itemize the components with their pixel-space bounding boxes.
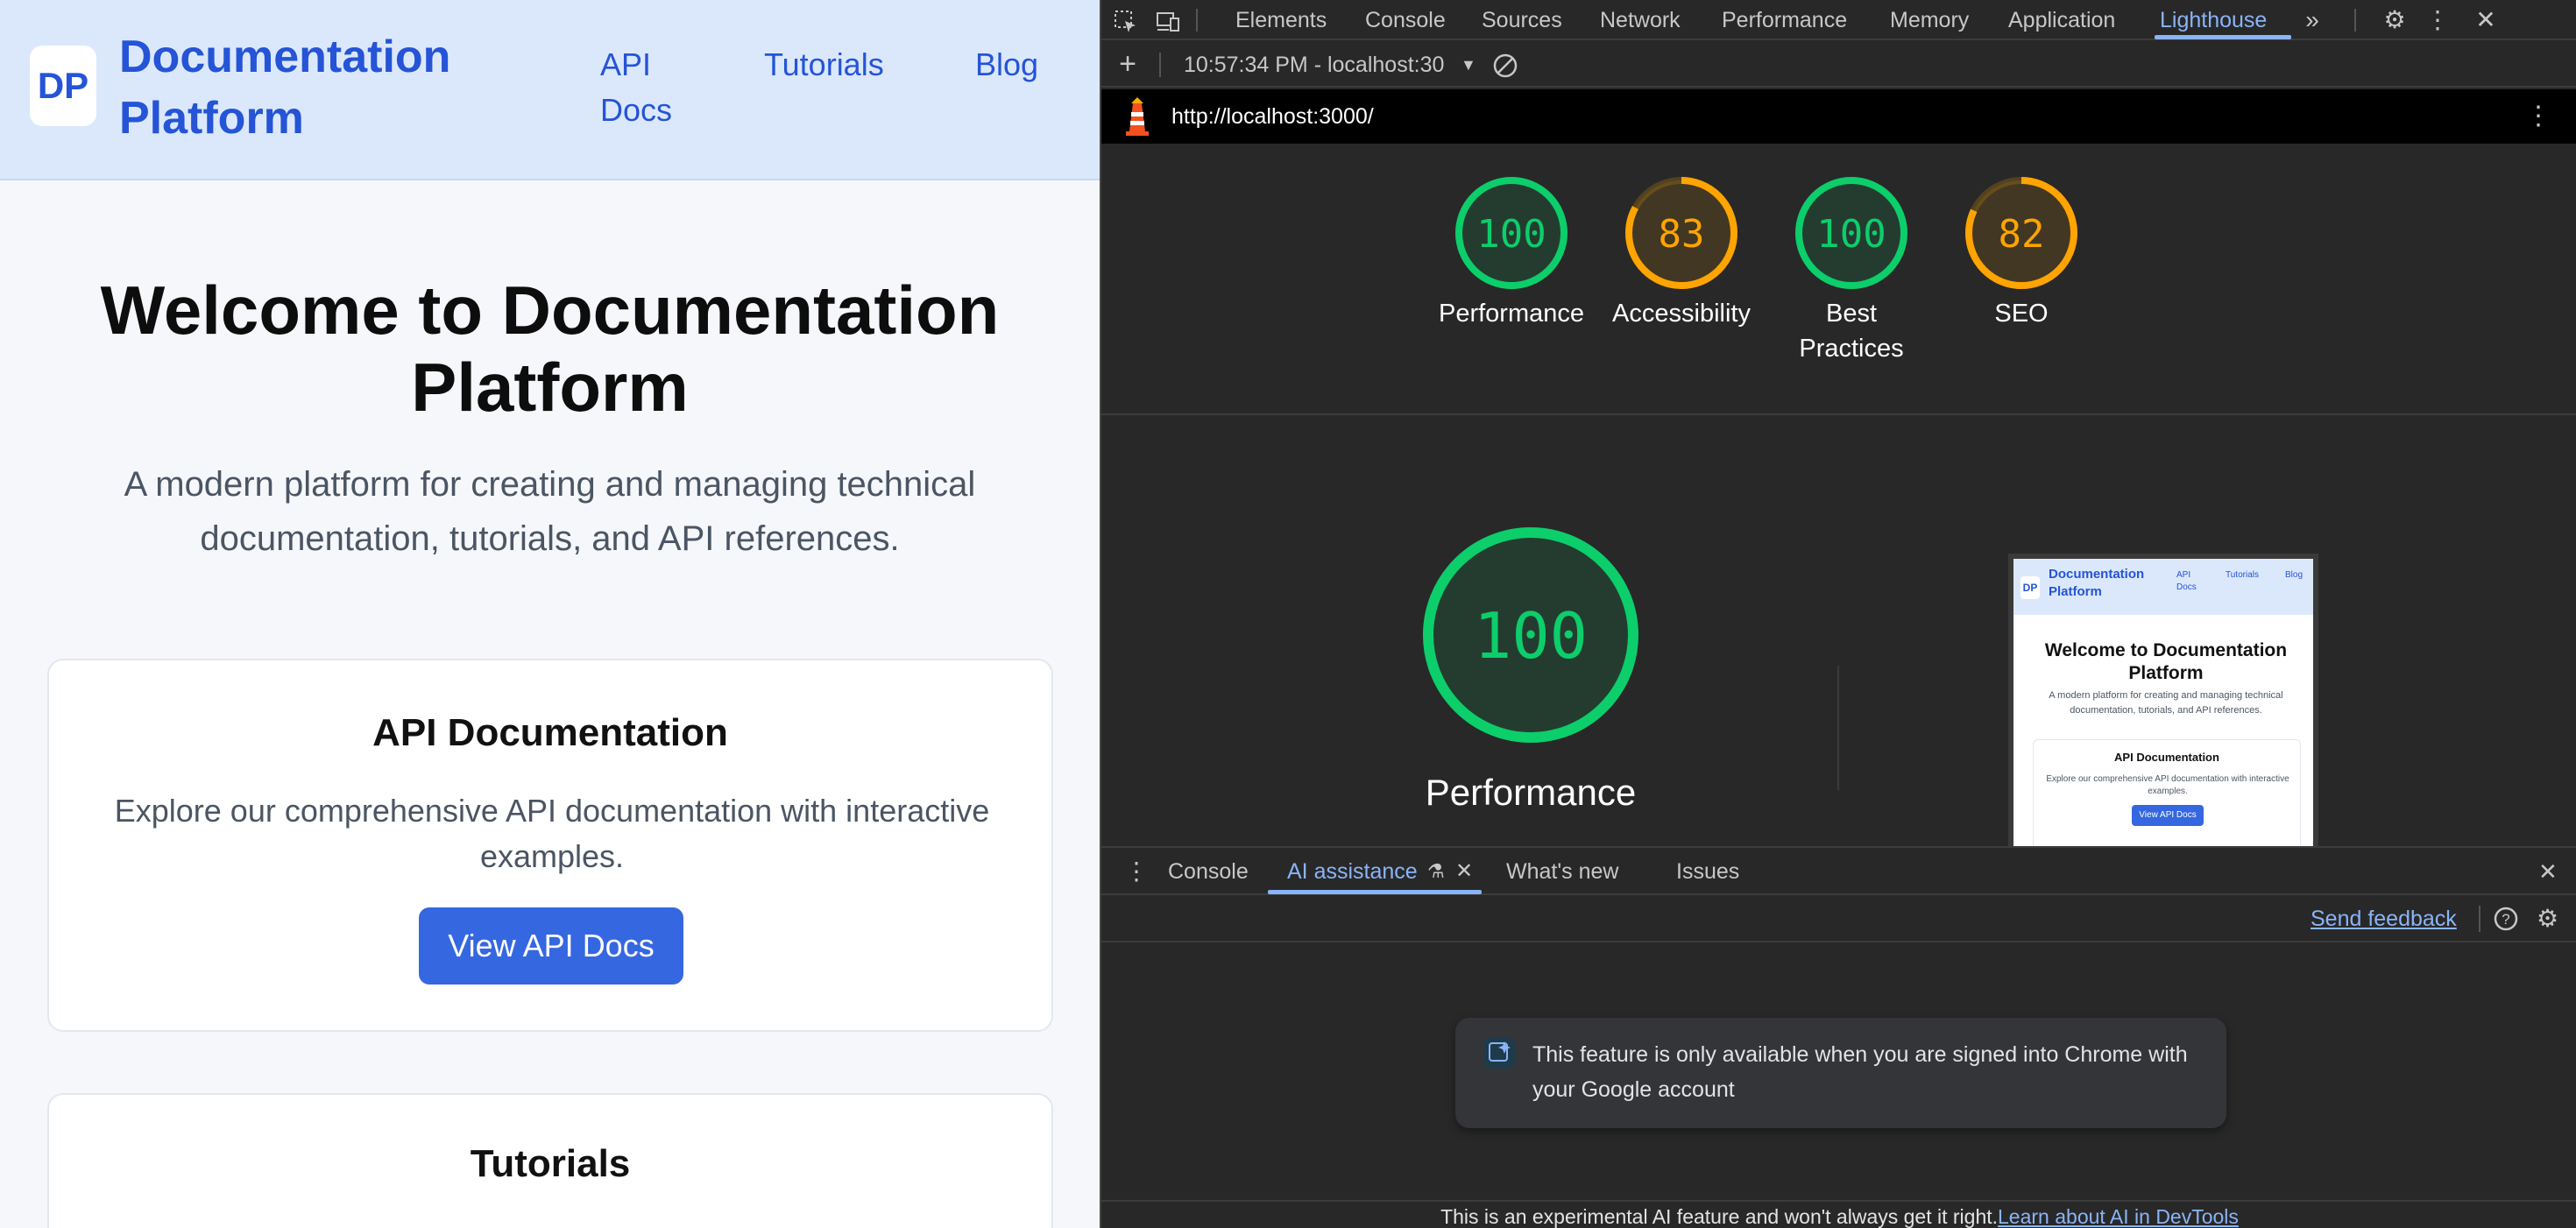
- gauge-score: 100: [1816, 212, 1886, 257]
- lighthouse-url-bar: http://localhost:3000/ ⋮: [1101, 89, 2576, 144]
- nav-link-api-docs[interactable]: API Docs: [600, 42, 688, 133]
- gauge-ring: 82: [1965, 177, 2077, 289]
- drawer-tab-bar: ⋮ Console AI assistance ⚗ ✕ What's new I…: [1101, 846, 2576, 895]
- tab-elements[interactable]: Elements: [1235, 0, 1327, 40]
- thumb-logo: DP: [2020, 576, 2040, 599]
- thumb-card: API Documentation Explore our comprehens…: [2033, 739, 2301, 846]
- thumb-brand: Documentation Platform: [2049, 567, 2145, 599]
- thumb-title: Welcome to Documentation Platform: [2044, 640, 2288, 683]
- thumb-nav-blog: Blog: [2285, 570, 2304, 580]
- gauge-score: 83: [1659, 212, 1705, 257]
- drawer-tab-ai-assistance[interactable]: AI assistance: [1287, 848, 1418, 895]
- score-gauge-seo[interactable]: 82 SEO: [1947, 175, 2096, 331]
- settings-gear-icon[interactable]: ⚙: [2377, 0, 2412, 40]
- devtools-tab-bar: Elements Console Sources Network Perform…: [1101, 0, 2576, 40]
- gauge-score: 82: [1999, 212, 2045, 257]
- thumb-card-desc: Explore our comprehensive API documentat…: [2046, 774, 2289, 796]
- ai-settings-gear-icon[interactable]: ⚙: [2537, 895, 2558, 942]
- site-logo[interactable]: DP: [30, 46, 96, 126]
- nav-link-blog[interactable]: Blog: [975, 42, 1038, 88]
- disclaimer-text: This is an experimental AI feature and w…: [1440, 1205, 1999, 1228]
- report-menu-icon[interactable]: ⋮: [2525, 89, 2551, 144]
- score-gauge-accessibility[interactable]: 83 Accessibility: [1607, 175, 1756, 331]
- nav-link-tutorials[interactable]: Tutorials: [764, 42, 884, 88]
- gauge-label: Performance: [1438, 300, 1584, 328]
- gauge-score: 100: [1474, 599, 1588, 673]
- gauge-score: 100: [1476, 212, 1546, 257]
- performance-gauge-ring: 100: [1423, 527, 1638, 743]
- clear-reports-icon[interactable]: [1492, 53, 1518, 79]
- more-tabs-chevron-icon[interactable]: »: [2295, 0, 2330, 40]
- website-viewport: DP Documentation Platform API Docs Tutor…: [0, 0, 1100, 1228]
- notice-text: This feature is only available when you …: [1532, 1042, 2188, 1102]
- featured-gauge-label: Performance: [1425, 772, 1637, 813]
- tab-console[interactable]: Console: [1365, 0, 1446, 40]
- gauge-label: Accessibility: [1612, 300, 1751, 328]
- drawer-active-indicator: [1268, 890, 1482, 894]
- view-api-docs-button[interactable]: View API Docs: [419, 907, 683, 985]
- thumb-subtitle: A modern platform for creating and manag…: [2049, 690, 2283, 716]
- report-selector[interactable]: 10:57:34 PM - localhost:30: [1184, 42, 1444, 88]
- thumb-nav-api: API Docs: [2176, 570, 2197, 592]
- ai-assistance-toolbar: Send feedback ? ⚙: [1101, 895, 2576, 942]
- ai-sparkle-icon: [1483, 1037, 1515, 1069]
- lighthouse-logo-icon: [1122, 96, 1152, 141]
- site-header: DP Documentation Platform API Docs Tutor…: [0, 0, 1100, 180]
- lighthouse-toolbar: + 10:57:34 PM - localhost:30 ▼: [1101, 42, 2576, 88]
- gauge-label: Best Practices: [1799, 300, 1904, 363]
- gauge-ring: 100: [1795, 177, 1907, 289]
- tab-application[interactable]: Application: [2008, 0, 2115, 40]
- inspect-element-icon[interactable]: [1108, 0, 1143, 40]
- drawer-tab-whats-new[interactable]: What's new: [1506, 848, 1618, 895]
- score-gauge-best-practices[interactable]: 100 Best Practices: [1777, 175, 1926, 366]
- section-divider: [1101, 413, 2576, 415]
- active-tab-indicator: [2155, 35, 2291, 39]
- thumb-card-title: API Documentation: [2114, 751, 2219, 764]
- site-brand-name[interactable]: Documentation Platform: [119, 26, 487, 149]
- help-icon[interactable]: ?: [2493, 906, 2519, 932]
- gauge-label: SEO: [1994, 300, 2049, 328]
- learn-about-ai-link[interactable]: Learn about AI in DevTools: [1998, 1205, 2239, 1228]
- api-docs-card: API Documentation Explore our comprehens…: [47, 659, 1053, 1032]
- thumb-nav-tutorials: Tutorials: [2226, 570, 2259, 580]
- audited-url[interactable]: http://localhost:3000/: [1171, 89, 1374, 144]
- experiment-flask-icon: ⚗: [1427, 860, 1445, 882]
- gauge-ring: 100: [1455, 177, 1568, 289]
- report-dropdown-caret-icon[interactable]: ▼: [1461, 42, 1476, 88]
- device-toolbar-icon[interactable]: [1150, 0, 1185, 40]
- close-drawer-icon[interactable]: ✕: [2538, 848, 2558, 895]
- vertical-divider: [1837, 666, 1839, 790]
- send-feedback-link[interactable]: Send feedback: [2311, 895, 2457, 942]
- card-title: Tutorials: [470, 1142, 631, 1185]
- svg-text:?: ?: [2502, 911, 2509, 928]
- thumb-button: View API Docs: [2132, 805, 2204, 826]
- tab-network[interactable]: Network: [1600, 0, 1681, 40]
- signin-required-notice: This feature is only available when you …: [1455, 1018, 2226, 1128]
- devtools-panel: Elements Console Sources Network Perform…: [1100, 0, 2576, 1228]
- customize-menu-icon[interactable]: ⋮: [2424, 0, 2451, 40]
- tutorials-card: Tutorials: [47, 1093, 1053, 1228]
- tab-sources[interactable]: Sources: [1482, 0, 1562, 40]
- tab-performance[interactable]: Performance: [1722, 0, 1847, 40]
- tab-memory[interactable]: Memory: [1890, 0, 1969, 40]
- drawer-tab-issues[interactable]: Issues: [1676, 848, 1739, 895]
- card-description: Explore our comprehensive API documentat…: [114, 793, 990, 874]
- featured-performance-gauge[interactable]: 100 Performance: [1408, 526, 1653, 814]
- thumb-header: DP Documentation Platform API Docs Tutor…: [2013, 559, 2313, 615]
- ai-disclaimer: This is an experimental AI feature and w…: [1101, 1200, 2576, 1228]
- final-screenshot-thumbnail[interactable]: DP Documentation Platform API Docs Tutor…: [2008, 554, 2318, 851]
- close-devtools-icon[interactable]: ✕: [2468, 0, 2503, 40]
- score-gauge-performance[interactable]: 100 Performance: [1437, 175, 1586, 331]
- gauge-ring: 83: [1625, 177, 1737, 289]
- hero-title: Welcome to Documentation Platform: [100, 272, 1000, 426]
- hero-subtitle: A modern platform for creating and manag…: [124, 465, 976, 558]
- close-tab-icon[interactable]: ✕: [1455, 848, 1473, 895]
- new-report-plus-icon[interactable]: +: [1110, 44, 1145, 84]
- card-title: API Documentation: [372, 711, 728, 754]
- drawer-tab-console[interactable]: Console: [1168, 848, 1249, 895]
- drawer-menu-icon[interactable]: ⋮: [1124, 848, 1149, 895]
